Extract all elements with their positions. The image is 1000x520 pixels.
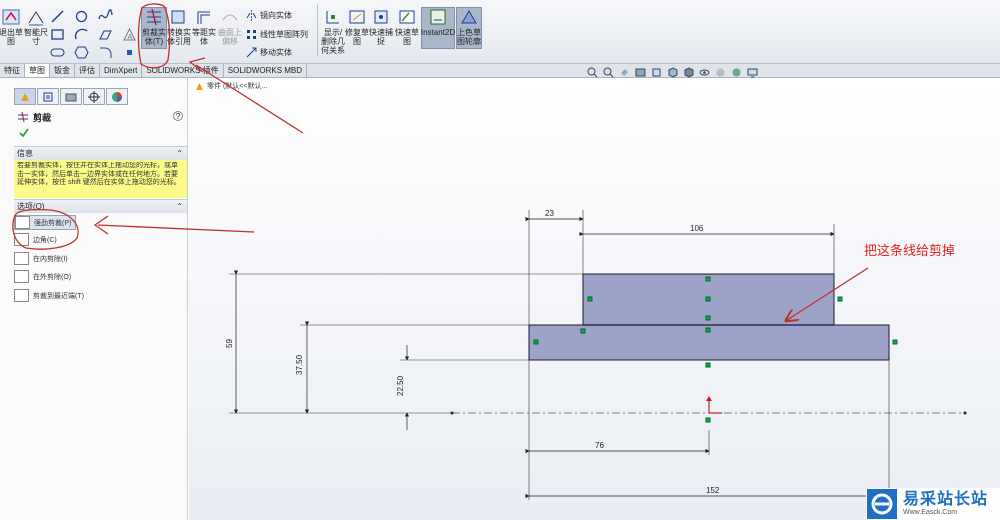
ribbon-highlight-circle (137, 3, 171, 69)
sketch-point[interactable] (705, 417, 711, 423)
dimension-59-value[interactable]: 59 (225, 339, 234, 348)
sketch-point[interactable] (580, 328, 586, 334)
watermark-logo-icon (867, 489, 897, 519)
dimension-23-value[interactable]: 23 (545, 209, 554, 218)
tutorial-markup (12, 3, 304, 250)
watermark: 易采站长站 Www.Easck.Com (866, 488, 1000, 520)
annotation-text: 把这条线给剪掉 (864, 243, 955, 258)
sketch-point[interactable] (587, 296, 593, 302)
sketch-point[interactable] (705, 362, 711, 368)
ribbon-arrow-shaft (195, 64, 304, 134)
sketch-point[interactable] (705, 276, 711, 282)
watermark-e-icon (871, 493, 893, 515)
dimension-22-value[interactable]: 22.50 (396, 375, 405, 396)
sketch-point[interactable] (892, 339, 898, 345)
centerline-endpoint[interactable] (963, 411, 967, 415)
option-arrow-shaft (97, 224, 255, 233)
watermark-name: 易采站长站 (903, 491, 989, 508)
origin-icon (706, 396, 722, 414)
sketch-point[interactable] (837, 296, 843, 302)
dimension-106-value[interactable]: 106 (690, 224, 704, 233)
sketch-point[interactable] (533, 339, 539, 345)
dimension-37-value[interactable]: 37.50 (295, 354, 304, 375)
sketch-point[interactable] (705, 327, 711, 333)
watermark-text: 易采站长站 Www.Easck.Com (903, 491, 988, 517)
sketch-point[interactable] (705, 315, 711, 321)
sketch-drawing: 23 106 59 37.50 22.50 76 152 把这条线给剪掉 (12, 3, 967, 500)
dimension-76-value[interactable]: 76 (595, 441, 604, 450)
dimension-152-value[interactable]: 152 (706, 486, 720, 495)
option-highlight-circle (12, 208, 79, 250)
sketch-point[interactable] (705, 296, 711, 302)
watermark-url: Www.Easck.Com (903, 509, 958, 516)
